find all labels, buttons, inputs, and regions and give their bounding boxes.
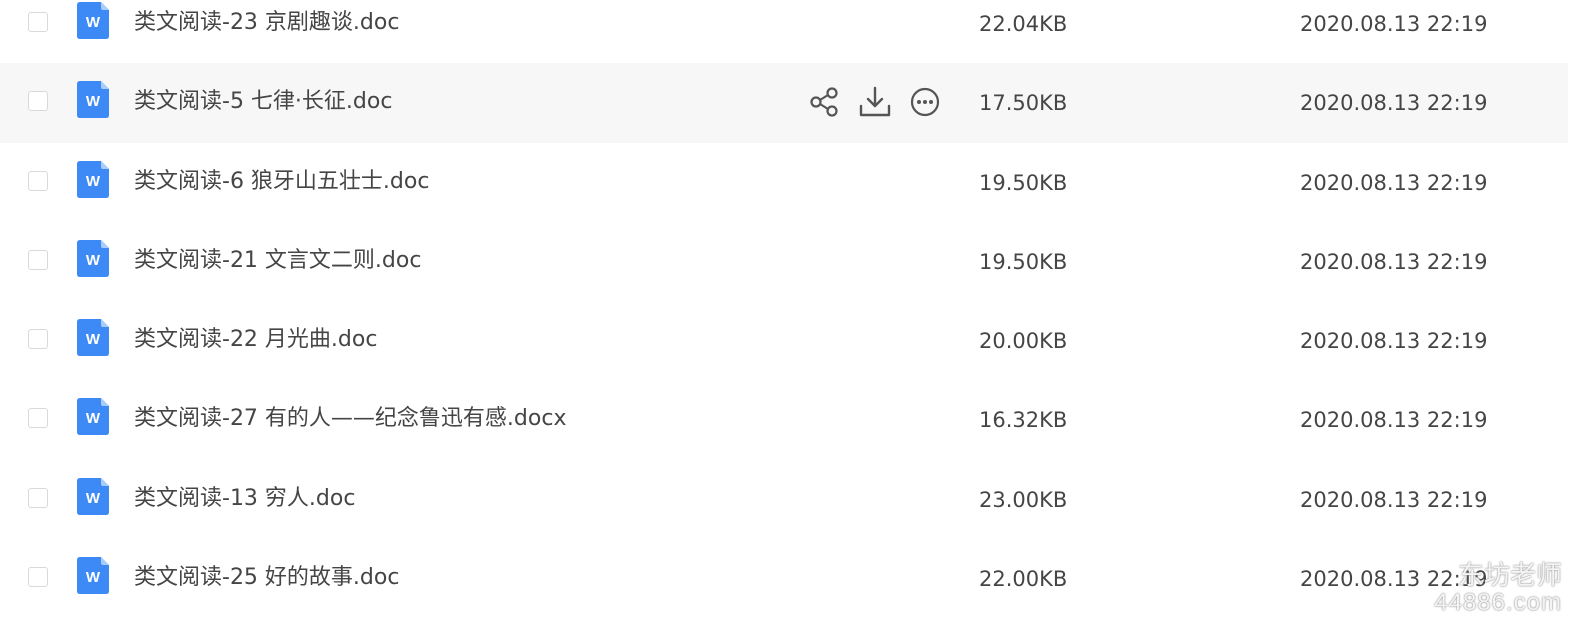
file-name[interactable]: 类文阅读-21 文言文二则.doc — [134, 248, 421, 274]
file-name[interactable]: 类文阅读-27 有的人——纪念鲁迅有感.docx — [134, 406, 566, 432]
file-modified-date: 2020.08.13 22:19 — [1300, 249, 1488, 274]
file-modified-date: 2020.08.13 22:19 — [1300, 91, 1488, 116]
row-checkbox[interactable] — [28, 329, 48, 350]
file-modified-date: 2020.08.13 22:19 — [1300, 329, 1488, 354]
word-doc-icon: W — [77, 81, 109, 119]
file-row[interactable]: W 类文阅读-5 七律·长征.doc 17.50KB 2020.08.13 22:19 — [0, 63, 1568, 143]
file-modified-date: 2020.08.13 22:19 — [1300, 567, 1488, 592]
row-checkbox[interactable] — [28, 408, 48, 429]
file-name[interactable]: 类文阅读-23 京剧趣谈.doc — [134, 10, 399, 36]
file-size: 17.50KB — [979, 91, 1068, 116]
word-doc-letter: W — [86, 490, 101, 507]
file-size: 20.00KB — [979, 329, 1068, 354]
row-checkbox[interactable] — [28, 91, 48, 112]
share-icon[interactable] — [808, 85, 842, 119]
word-doc-icon: W — [77, 557, 109, 595]
file-size: 22.00KB — [979, 567, 1068, 592]
file-name[interactable]: 类文阅读-6 狼牙山五壮士.doc — [134, 169, 429, 195]
more-options-icon[interactable] — [908, 85, 942, 119]
word-doc-letter: W — [86, 569, 101, 586]
word-doc-icon: W — [77, 319, 109, 357]
word-doc-letter: W — [86, 93, 101, 110]
word-doc-icon: W — [77, 477, 109, 515]
word-doc-icon: W — [77, 2, 109, 39]
word-doc-letter: W — [86, 14, 101, 31]
word-doc-icon: W — [77, 239, 109, 277]
file-modified-date: 2020.08.13 22:19 — [1300, 487, 1488, 512]
download-icon[interactable] — [858, 85, 892, 119]
row-checkbox[interactable] — [28, 170, 48, 191]
file-size: 19.50KB — [979, 170, 1068, 195]
row-checkbox[interactable] — [28, 249, 48, 270]
file-row[interactable]: W 类文阅读-27 有的人——纪念鲁迅有感.docx 16.32KB 2020.08.… — [0, 380, 1568, 459]
word-doc-letter: W — [86, 252, 101, 269]
file-row[interactable]: W 类文阅读-13 穷人.doc 23.00KB 2020.08.13 22:19 — [0, 460, 1568, 539]
file-row[interactable]: W 类文阅读-21 文言文二则.doc 19.50KB 2020.08.13 22:1… — [0, 222, 1568, 301]
file-name[interactable]: 类文阅读-5 七律·长征.doc — [134, 89, 392, 115]
word-doc-letter: W — [86, 410, 101, 427]
word-doc-letter: W — [86, 173, 101, 190]
word-doc-icon: W — [77, 398, 109, 436]
row-checkbox[interactable] — [28, 567, 48, 588]
file-row[interactable]: W 类文阅读-25 好的故事.doc 22.00KB 2020.08.13 22:19 — [0, 539, 1568, 618]
file-name[interactable]: 类文阅读-22 月光曲.doc — [134, 327, 377, 353]
file-modified-date: 2020.08.13 22:19 — [1300, 408, 1488, 433]
file-list: W 类文阅读-23 京剧趣谈.doc 22.04KB 2020.08.13 22:19… — [0, 0, 1568, 618]
row-actions — [808, 85, 942, 119]
file-size: 23.00KB — [979, 487, 1068, 512]
file-size: 22.04KB — [979, 12, 1068, 36]
row-checkbox[interactable] — [28, 487, 48, 508]
file-name[interactable]: 类文阅读-25 好的故事.doc — [134, 565, 399, 591]
file-size: 16.32KB — [979, 408, 1068, 433]
word-doc-icon: W — [77, 160, 109, 198]
file-row[interactable]: W 类文阅读-6 狼牙山五壮士.doc 19.50KB 2020.08.13 22:1… — [0, 143, 1568, 222]
word-doc-letter: W — [86, 331, 101, 348]
file-row[interactable]: W 类文阅读-22 月光曲.doc 20.00KB 2020.08.13 22:19 — [0, 301, 1568, 380]
file-modified-date: 2020.08.13 22:19 — [1300, 170, 1488, 195]
file-name[interactable]: 类文阅读-13 穷人.doc — [134, 486, 355, 512]
row-checkbox[interactable] — [28, 12, 48, 32]
file-size: 19.50KB — [979, 249, 1068, 274]
file-modified-date: 2020.08.13 22:19 — [1300, 12, 1488, 36]
file-row[interactable]: W 类文阅读-23 京剧趣谈.doc 22.04KB 2020.08.13 22:19 — [0, 0, 1568, 63]
